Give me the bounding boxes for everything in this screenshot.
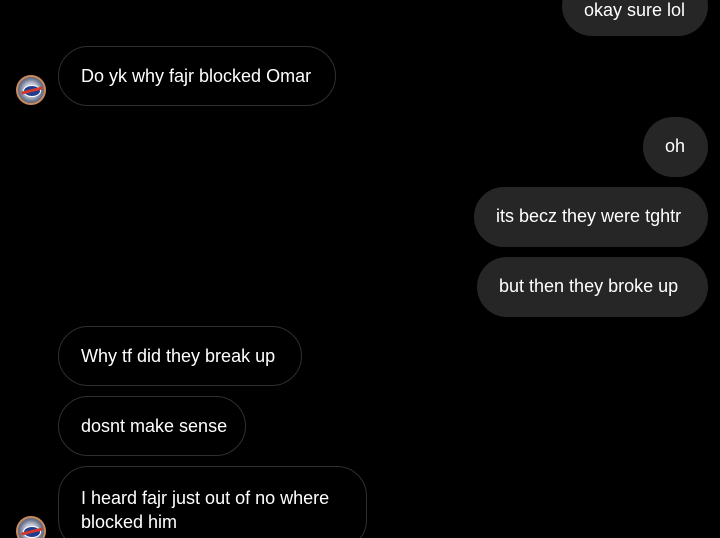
message-text: dosnt make sense bbox=[81, 416, 228, 436]
contact-avatar[interactable] bbox=[16, 75, 46, 105]
message-bubble-outgoing[interactable]: but then they broke up bbox=[477, 257, 708, 317]
message-text-line: blocked him bbox=[81, 512, 178, 532]
message-bubble-incoming[interactable]: I heard fajr just out of no where blocke… bbox=[58, 466, 367, 538]
message-text: Why tf did they break up bbox=[81, 346, 276, 366]
message-bubble-outgoing[interactable]: its becz they were tghtr bbox=[474, 187, 708, 247]
message-bubble-incoming[interactable]: dosnt make sense bbox=[58, 396, 246, 456]
message-bubble-incoming[interactable]: Why tf did they break up bbox=[58, 326, 302, 386]
message-bubble-outgoing[interactable]: okay sure lol bbox=[562, 0, 708, 36]
message-text: Do yk why fajr blocked Omar bbox=[81, 66, 312, 86]
contact-avatar[interactable] bbox=[16, 516, 46, 538]
message-bubble-incoming[interactable]: Do yk why fajr blocked Omar bbox=[58, 46, 336, 106]
message-text: but then they broke up bbox=[499, 276, 679, 296]
message-text-line: I heard fajr just out of no where bbox=[81, 488, 330, 508]
message-text: oh bbox=[665, 136, 686, 156]
message-thread: okay sure lol Do yk why fajr blocked Oma… bbox=[0, 0, 720, 538]
message-bubble-outgoing[interactable]: oh bbox=[643, 117, 708, 177]
message-text: okay sure lol bbox=[584, 0, 686, 20]
message-text: its becz they were tghtr bbox=[496, 206, 682, 226]
